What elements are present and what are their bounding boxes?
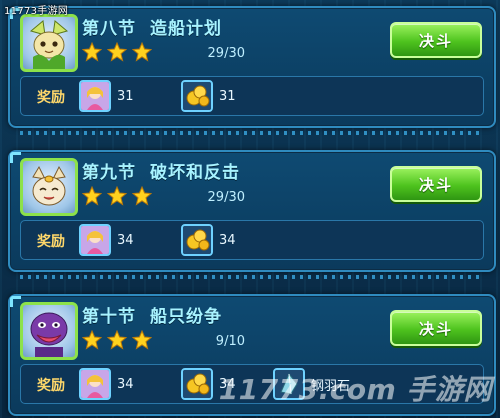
reward-item[interactable]: 34 [181,224,236,256]
star-rating [82,330,152,350]
star-icon [82,42,102,62]
divider [20,275,484,279]
watermark-bottom: 11773.com 手游网 [218,373,492,406]
reward-item[interactable]: 31 [181,80,236,112]
reward-count: 34 [117,376,134,392]
star-icon [107,42,127,62]
duel-button[interactable]: 决斗 [390,310,482,346]
mission-name: 船只纷争 [150,307,222,327]
star-icon [107,186,127,206]
reward-label: 奖励 [37,90,65,106]
reward-item[interactable]: 34 [79,224,134,256]
reward-count: 34 [219,232,236,248]
star-icon [82,330,102,350]
star-icon [82,186,102,206]
reward-count: 34 [117,232,134,248]
star-rating [82,186,152,206]
attempts-count: 29/30 [207,190,245,205]
gold-coin-icon [181,368,213,400]
reward-bar: 奖励 34 34 [20,220,484,260]
gold-coin-icon [181,80,213,112]
attempts-count: 9/10 [215,334,245,349]
girl-trainer-icon [79,224,111,256]
chapter-label: 第十节 [82,307,136,327]
reward-count: 31 [219,88,236,104]
reward-item[interactable]: 34 [79,368,134,400]
chapter-label: 第八节 [82,19,136,39]
star-icon [132,330,152,350]
purple-pokemon-avatar-icon[interactable] [20,302,78,360]
reward-label: 奖励 [37,234,65,250]
attempts-count: 29/30 [207,46,245,61]
watermark-top: 11773手游网 [4,6,69,17]
star-rating [82,42,152,62]
star-icon [107,330,127,350]
gold-coin-icon [181,224,213,256]
star-icon [132,42,152,62]
reward-bar: 奖励 31 31 [20,76,484,116]
girl-trainer-icon [79,368,111,400]
duel-button[interactable]: 决斗 [390,166,482,202]
reward-count: 31 [117,88,134,104]
mission-title: 第十节 船只纷争 [82,302,222,327]
leafeon-avatar-icon[interactable] [20,14,78,72]
divider [20,131,484,135]
mission-title: 第八节 造船计划 [82,14,222,39]
mission-card: 第八节 造船计划 29/30 决斗 奖励 31 31 [8,6,496,135]
reward-label: 奖励 [37,378,65,394]
mission-title: 第九节 破坏和反击 [82,158,240,183]
mission-name: 破坏和反击 [150,163,240,183]
reward-item[interactable]: 31 [79,80,134,112]
girl-trainer-icon [79,80,111,112]
mission-name: 造船计划 [150,19,222,39]
mission-card: 第九节 破坏和反击 29/30 决斗 奖励 34 34 [8,150,496,279]
meowth-avatar-icon[interactable] [20,158,78,216]
star-icon [132,186,152,206]
duel-button[interactable]: 决斗 [390,22,482,58]
chapter-label: 第九节 [82,163,136,183]
